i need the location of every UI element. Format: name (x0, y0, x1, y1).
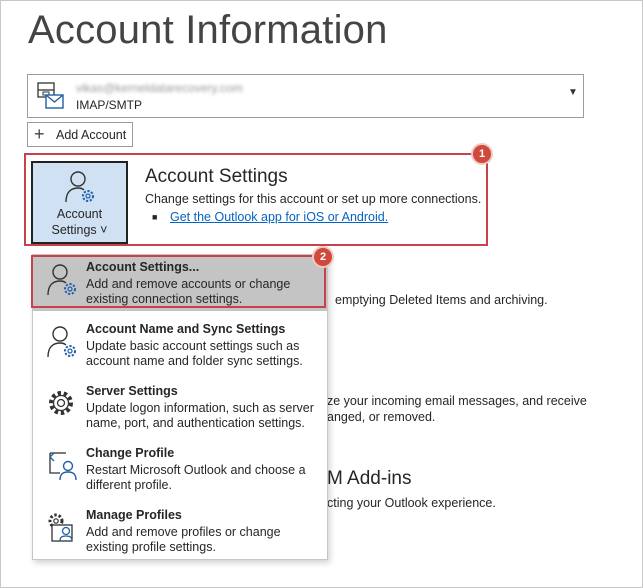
add-account-label: Add Account (56, 128, 127, 142)
addins-heading: M Add-ins (327, 468, 412, 489)
menu-item-desc-line2: account name and folder sync settings. (86, 354, 303, 368)
menu-item-account-name-sync[interactable]: Account Name and Sync Settings Update ba… (33, 317, 327, 373)
menu-item-desc-line1: Update logon information, such as server (86, 401, 314, 415)
account-settings-description: Change settings for this account or set … (145, 192, 482, 206)
server-settings-gear-icon (49, 391, 73, 415)
account-name-sync-icon (47, 326, 76, 358)
menu-item-title: Account Name and Sync Settings (86, 322, 286, 336)
account-type: IMAP/SMTP (76, 98, 143, 112)
account-selector-dropdown[interactable]: vikas@kerneldatarecovery.com IMAP/SMTP ▼ (27, 74, 584, 118)
page-title: Account Information (28, 8, 388, 52)
menu-item-manage-profiles[interactable]: Manage Profiles Add and remove profiles … (33, 503, 327, 559)
menu-item-server-settings[interactable]: Server Settings Update logon information… (33, 379, 327, 435)
menu-item-desc-line1: Update basic account settings such as (86, 339, 300, 353)
rules-alerts-text-line1: ze your incoming email messages, and rec… (327, 394, 587, 408)
addins-text: cting your Outlook experience. (327, 496, 496, 510)
bullet-icon: ■ (152, 212, 158, 222)
menu-item-title: Server Settings (86, 384, 178, 398)
mailbox-cleanup-text: emptying Deleted Items and archiving. (335, 293, 548, 307)
menu-item-desc-line2: different profile. (86, 478, 172, 492)
menu-item-desc-line2: existing profile settings. (86, 540, 216, 554)
change-profile-icon (49, 452, 77, 481)
step-badge-2: 2 (314, 248, 332, 266)
menu-item-desc-line1: Restart Microsoft Outlook and choose a (86, 463, 306, 477)
menu-item-title: Manage Profiles (86, 508, 182, 522)
add-account-button[interactable]: + Add Account (27, 122, 133, 147)
dropdown-caret-icon[interactable]: ▼ (568, 87, 578, 98)
account-settings-button[interactable]: Account Settings ˅ (31, 161, 128, 244)
highlight-box-account-settings-menu-item (31, 255, 326, 308)
account-settings-button-label-line1: Account (56, 207, 103, 221)
account-email: vikas@kerneldatarecovery.com (76, 81, 243, 95)
account-settings-heading: Account Settings (145, 166, 288, 187)
step-badge-1: 1 (473, 145, 491, 163)
manage-profiles-icon (48, 513, 73, 542)
outlook-app-link[interactable]: Get the Outlook app for iOS or Android. (170, 210, 388, 224)
menu-item-title: Change Profile (86, 446, 175, 460)
plus-icon: + (34, 124, 45, 144)
menu-item-desc-line2: name, port, and authentication settings. (86, 416, 305, 430)
menu-item-change-profile[interactable]: Change Profile Restart Microsoft Outlook… (33, 441, 327, 497)
rules-alerts-text-line2: anged, or removed. (327, 410, 436, 424)
menu-item-desc-line1: Add and remove profiles or change (86, 525, 281, 539)
account-settings-button-label-line2: Settings ˅ (51, 223, 108, 237)
mail-account-icon (37, 82, 64, 109)
account-settings-person-gear-icon (65, 171, 94, 203)
